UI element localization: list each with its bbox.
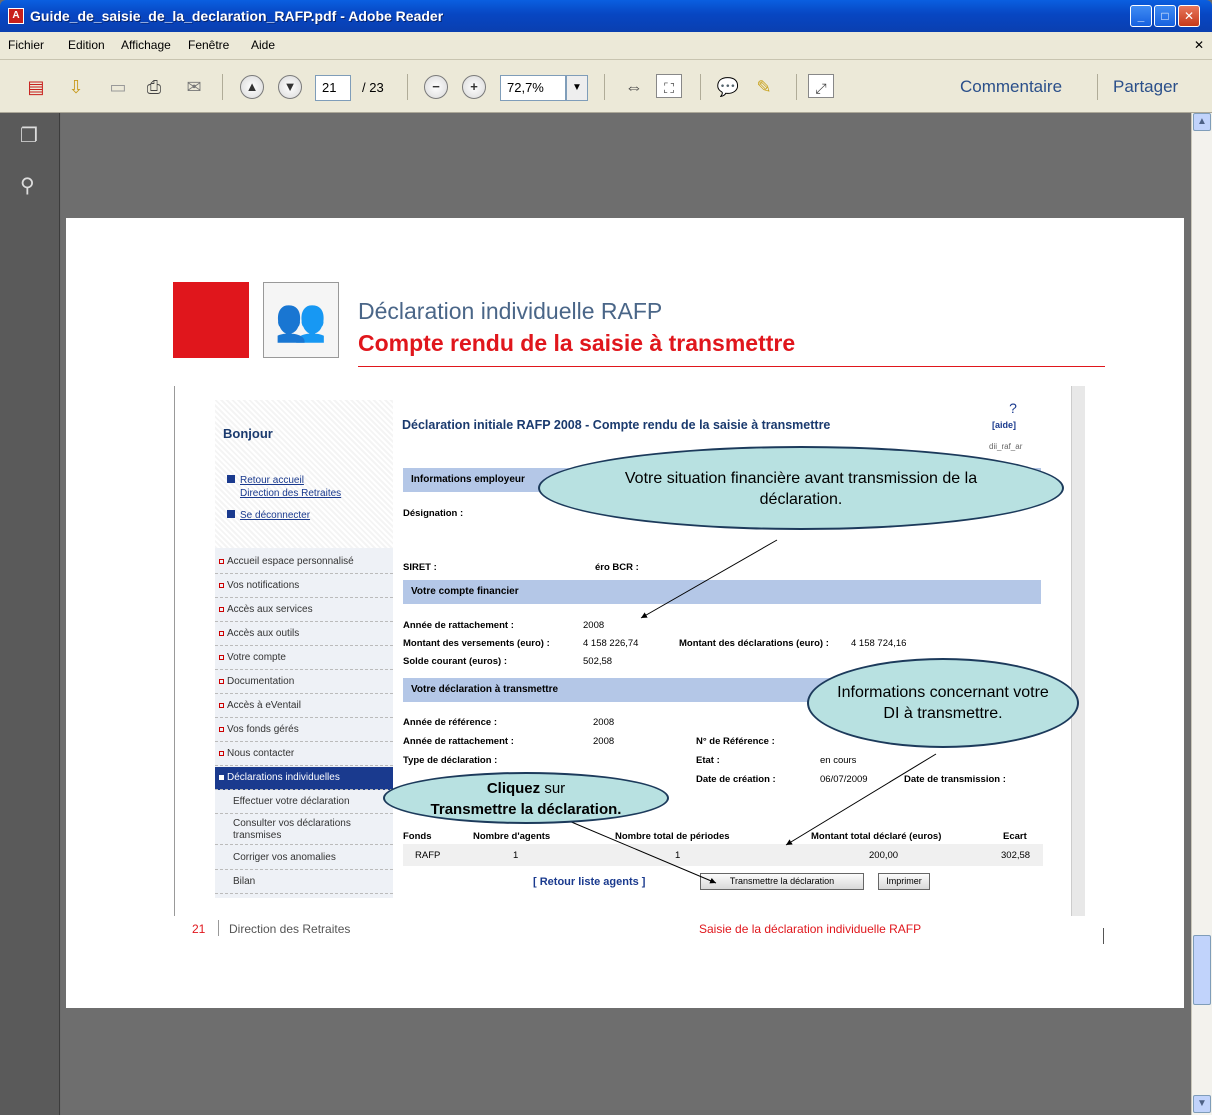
menu-aide[interactable]: Aide <box>251 38 275 52</box>
highlight-icon[interactable]: ✎ <box>750 74 778 100</box>
toolbar: ▤ ⇩ ▭ ⎙ ✉ ▲ ▼ 21 / 23 − + 72,7% ▼ ⇔ ⛶ 💬 … <box>0 60 1212 113</box>
zoom-out-icon[interactable]: − <box>424 75 448 99</box>
next-page-icon[interactable]: ▼ <box>278 75 302 99</box>
attachment-icon[interactable]: ⚲ <box>20 173 40 197</box>
annotation-arrows <box>568 539 937 884</box>
footer-divider <box>218 920 219 936</box>
page-total: / 23 <box>362 80 384 95</box>
footer-right-text: Saisie de la déclaration individuelle RA… <box>699 922 922 936</box>
footer-page-number: 21 <box>192 922 206 936</box>
callout-cliquez-action: Transmettre la déclaration. <box>430 801 622 818</box>
email-icon[interactable]: ✉ <box>180 74 208 100</box>
page-number-input[interactable]: 21 <box>315 75 351 101</box>
fit-width-icon[interactable]: ⇔ <box>620 74 648 100</box>
menu-affichage[interactable]: Affichage <box>121 38 171 52</box>
pdf-page: 👥 Déclaration individuelle RAFP Compte r… <box>66 218 1184 1008</box>
callout-cliquez-bold: Cliquez <box>486 780 541 797</box>
footer-right-divider <box>1103 928 1104 944</box>
previous-page-icon[interactable]: ▲ <box>240 75 264 99</box>
maximize-button[interactable]: □ <box>1154 5 1176 27</box>
partager-button[interactable]: Partager <box>1113 77 1178 97</box>
create-pdf-icon[interactable]: ▤ <box>22 74 50 100</box>
menu-bar: Fichier Edition Affichage Fenêtre Aide ✕ <box>0 32 1212 60</box>
callout-informations-di: Informations concernant votre DI à trans… <box>807 658 1079 748</box>
expand-icon[interactable]: ⤢ <box>808 74 834 98</box>
minimize-button[interactable]: _ <box>1130 5 1152 27</box>
window-title: Guide_de_saisie_de_la_declaration_RAFP.p… <box>30 8 444 24</box>
fit-page-icon[interactable]: ⛶ <box>656 74 682 98</box>
adobe-reader-icon: A <box>8 8 24 24</box>
menu-fichier[interactable]: Fichier <box>8 38 44 52</box>
zoom-input[interactable]: 72,7% <box>500 75 566 101</box>
callout-cliquez-sur: sur <box>540 780 566 797</box>
close-button[interactable]: ✕ <box>1178 5 1200 27</box>
zoom-dropdown-icon[interactable]: ▼ <box>566 75 588 101</box>
pages-icon[interactable]: ❐ <box>20 123 40 147</box>
close-document-icon[interactable]: ✕ <box>1194 38 1204 52</box>
print-icon[interactable]: ⎙ <box>140 74 168 100</box>
export-icon[interactable]: ⇩ <box>62 74 90 100</box>
save-icon[interactable]: ▭ <box>104 74 132 100</box>
title-bar: A Guide_de_saisie_de_la_declaration_RAFP… <box>0 0 1212 32</box>
callout-situation-financiere: Votre situation financière avant transmi… <box>538 446 1064 530</box>
menu-edition[interactable]: Edition <box>68 38 105 52</box>
zoom-in-icon[interactable]: + <box>462 75 486 99</box>
scroll-thumb[interactable] <box>1193 935 1211 1005</box>
comment-icon[interactable]: 💬 <box>714 74 742 100</box>
vertical-scrollbar[interactable]: ▲ ▼ <box>1191 113 1212 1115</box>
footer-org: Direction des Retraites <box>229 922 351 936</box>
menu-fenetre[interactable]: Fenêtre <box>188 38 229 52</box>
scroll-up-icon[interactable]: ▲ <box>1193 113 1211 131</box>
callout-cliquez: Cliquez sur Transmettre la déclaration. <box>383 772 669 824</box>
navigation-panel: ❐ ⚲ <box>0 113 60 1115</box>
commentaire-button[interactable]: Commentaire <box>960 77 1062 97</box>
scroll-down-icon[interactable]: ▼ <box>1193 1095 1211 1113</box>
